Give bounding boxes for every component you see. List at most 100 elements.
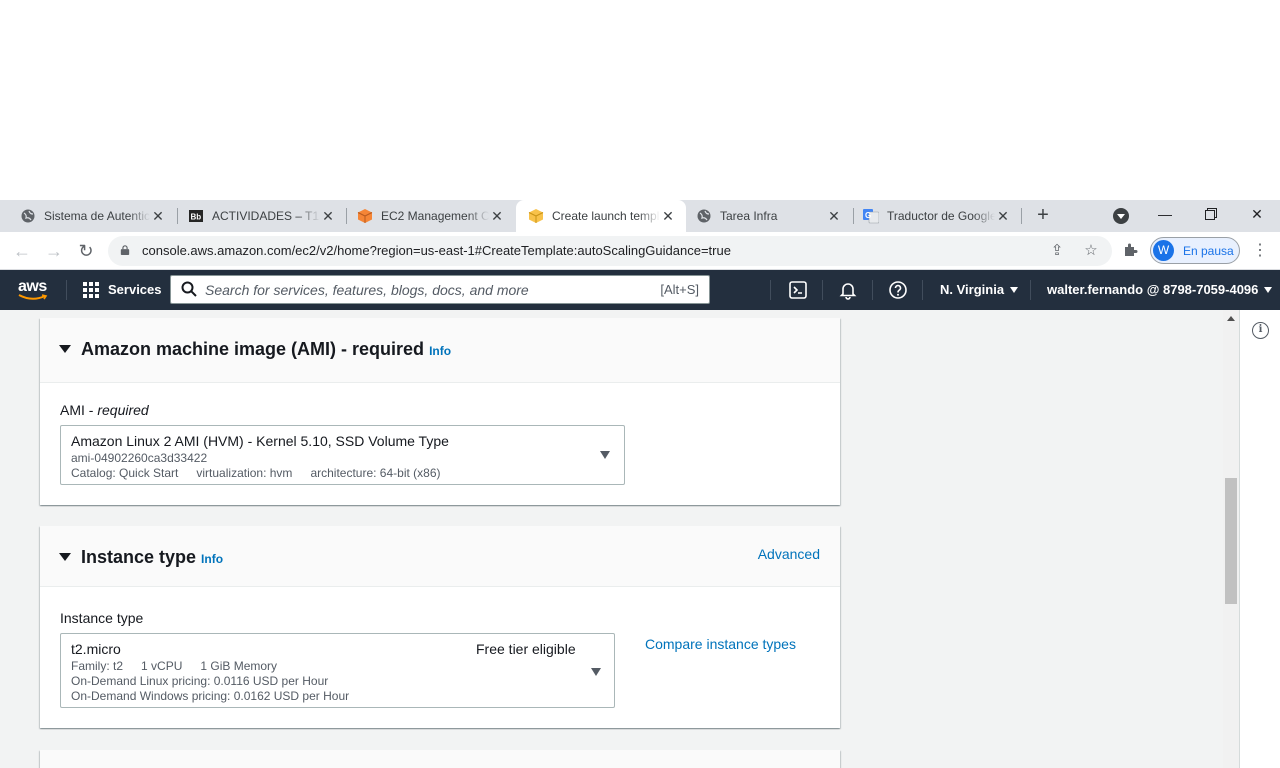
browser-tab-active[interactable]: Create launch template ✕: [516, 200, 686, 232]
aws-top-nav: aws Services [Alt+S] N. Virginia walter.…: [0, 270, 1280, 310]
aws-smile-icon: [18, 294, 48, 300]
profile-button[interactable]: W En pausa: [1150, 237, 1240, 264]
tab-title: ACTIVIDADES – T13: [212, 209, 320, 223]
ami-info-link[interactable]: Info: [429, 344, 451, 358]
notifications-bell-icon[interactable]: [838, 280, 858, 300]
aws-search-box[interactable]: [Alt+S]: [170, 275, 710, 304]
browser-toolbar: ← → ↻ console.aws.amazon.com/ec2/v2/home…: [0, 232, 1280, 270]
close-tab-icon[interactable]: ✕: [150, 208, 166, 224]
advanced-link[interactable]: Advanced: [758, 546, 820, 562]
browser-tab[interactable]: Tarea Infra ✕: [676, 200, 852, 232]
instance-type-info-link[interactable]: Info: [201, 552, 223, 566]
chevron-down-icon: [591, 668, 601, 676]
close-tab-icon[interactable]: ✕: [995, 208, 1011, 224]
ec2-icon: [357, 208, 373, 224]
close-tab-icon[interactable]: ✕: [660, 208, 676, 224]
instance-type-specs: Family: t2 1 vCPU 1 GiB Memory: [71, 659, 278, 673]
ami-panel: Amazon machine image (AMI) - required Inf…: [40, 318, 840, 505]
next-panel-header: [40, 750, 840, 768]
compare-instance-types-link[interactable]: Compare instance types: [645, 636, 796, 652]
globe-icon: [20, 208, 36, 224]
instance-type-select[interactable]: t2.micro Free tier eligible Family: t2 1 …: [60, 633, 615, 708]
url-text: console.aws.amazon.com/ec2/v2/home?regio…: [142, 243, 731, 258]
chevron-down-icon: [1264, 287, 1273, 293]
aws-logo[interactable]: aws: [18, 278, 50, 302]
next-panel: [40, 750, 840, 768]
instance-type-panel: Instance type Info Advanced Instance type…: [40, 526, 840, 728]
browser-menu-icon[interactable]: ⋮: [1252, 241, 1268, 261]
services-menu[interactable]: Services: [108, 282, 162, 297]
help-icon[interactable]: [888, 280, 908, 300]
ami-details: Catalog: Quick Start virtualization: hvm a…: [71, 466, 441, 480]
forward-icon[interactable]: →: [44, 241, 64, 261]
svg-text:Bb: Bb: [191, 213, 202, 222]
back-icon[interactable]: ←: [12, 241, 32, 261]
bookmark-star-icon[interactable]: ☆: [1082, 242, 1100, 260]
main-content: Amazon machine image (AMI) - required Inf…: [0, 310, 1280, 768]
ami-selected-name: Amazon Linux 2 AMI (HVM) - Kernel 5.10, …: [71, 433, 449, 449]
instance-type-panel-header[interactable]: Instance type Info Advanced: [40, 526, 840, 587]
lock-icon: [120, 245, 130, 255]
browser-tab[interactable]: EC2 Management Console ✕: [337, 200, 515, 232]
svg-text:G: G: [865, 211, 871, 220]
search-input[interactable]: [205, 280, 635, 300]
minimize-icon[interactable]: —: [1142, 200, 1188, 230]
tab-title: EC2 Management Console: [381, 209, 489, 223]
ami-panel-header[interactable]: Amazon machine image (AMI) - required Inf…: [40, 318, 840, 383]
browser-tab[interactable]: G Traductor de Google ✕: [843, 200, 1021, 232]
nav-divider: [770, 280, 771, 300]
nav-divider: [1030, 280, 1031, 300]
nav-divider: [822, 280, 823, 300]
account-label: walter.fernando @ 8798-7059-4096: [1047, 282, 1259, 297]
collapse-caret-icon[interactable]: [59, 345, 71, 353]
reload-icon[interactable]: ↻: [76, 241, 96, 261]
search-shortcut-hint: [Alt+S]: [660, 282, 699, 297]
collapse-caret-icon[interactable]: [59, 553, 71, 561]
region-label: N. Virginia: [940, 282, 1005, 297]
free-tier-badge: Free tier eligible: [476, 641, 576, 657]
chevron-down-icon: [1010, 287, 1019, 293]
tab-title: Traductor de Google: [887, 209, 995, 223]
instance-type-heading-text: Instance type: [81, 547, 197, 567]
blackboard-icon: Bb: [188, 208, 204, 224]
new-tab-button[interactable]: +: [1032, 204, 1054, 226]
tab-title: Sistema de Autenticación: [44, 209, 150, 223]
browser-tab[interactable]: Bb ACTIVIDADES – T13 ✕: [168, 200, 346, 232]
ami-select[interactable]: Amazon Linux 2 AMI (HVM) - Kernel 5.10, …: [60, 425, 625, 485]
nav-divider: [922, 280, 923, 300]
page-scrollbar[interactable]: [1223, 310, 1239, 768]
help-panel-rail: i: [1239, 310, 1280, 768]
restore-icon[interactable]: [1188, 200, 1234, 230]
share-icon[interactable]: ⇪: [1048, 242, 1066, 260]
region-selector[interactable]: N. Virginia: [940, 282, 1019, 297]
close-tab-icon[interactable]: ✕: [826, 208, 842, 224]
avatar: W: [1153, 240, 1174, 261]
google-translate-icon: G: [863, 208, 879, 224]
instance-type-field-label: Instance type: [60, 610, 144, 626]
instance-type-heading: Instance type Info: [81, 547, 223, 568]
ami-heading-text: Amazon machine image (AMI) - required: [81, 339, 425, 359]
address-bar[interactable]: console.aws.amazon.com/ec2/v2/home?regio…: [108, 236, 1112, 266]
chevron-down-icon: [600, 451, 610, 459]
extensions-puzzle-icon[interactable]: [1122, 242, 1140, 260]
search-icon: [181, 281, 197, 297]
nav-divider: [872, 280, 873, 300]
linux-pricing: On-Demand Linux pricing: 0.0116 USD per …: [71, 674, 329, 688]
cloudshell-icon[interactable]: [788, 280, 808, 300]
close-window-icon[interactable]: ✕: [1234, 200, 1280, 230]
tab-title: Tarea Infra: [720, 209, 778, 223]
info-icon[interactable]: i: [1252, 322, 1269, 339]
tab-search-icon[interactable]: [1113, 208, 1129, 224]
scroll-up-icon[interactable]: [1227, 316, 1235, 321]
browser-tab[interactable]: Sistema de Autenticación ✕: [0, 200, 176, 232]
scrollbar-thumb[interactable]: [1225, 478, 1237, 604]
close-tab-icon[interactable]: ✕: [489, 208, 505, 224]
account-menu[interactable]: walter.fernando @ 8798-7059-4096: [1047, 282, 1273, 297]
aws-cube-icon: [528, 208, 544, 224]
tab-divider: [1021, 208, 1022, 224]
browser-tab-strip: Sistema de Autenticación ✕ Bb ACTIVIDADE…: [0, 200, 1280, 232]
close-tab-icon[interactable]: ✕: [320, 208, 336, 224]
ami-selected-id: ami-04902260ca3d33422: [71, 451, 208, 465]
services-grid-icon[interactable]: [83, 282, 99, 298]
blank-area: [0, 0, 1280, 200]
